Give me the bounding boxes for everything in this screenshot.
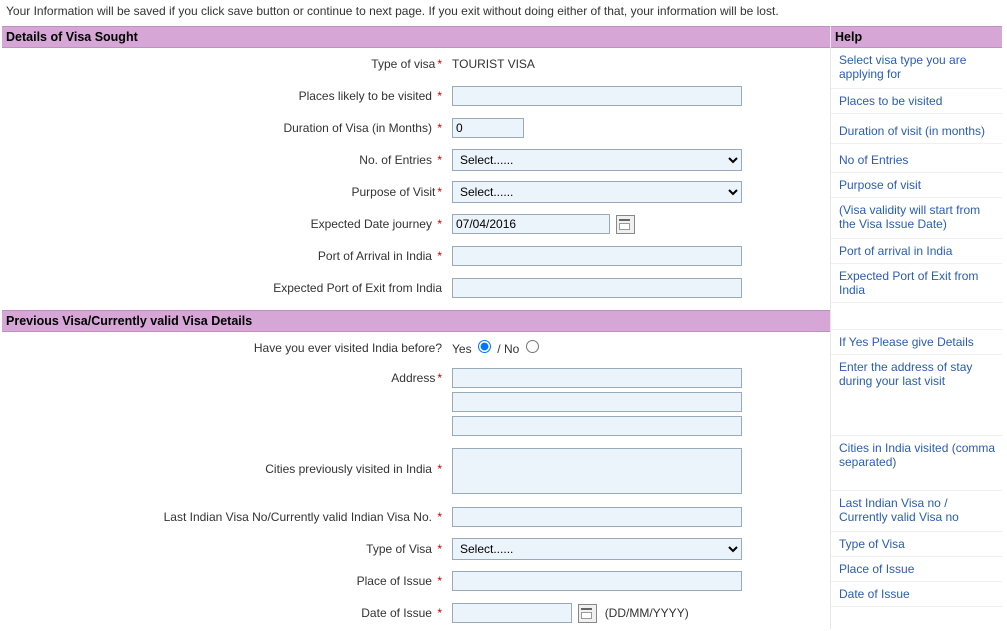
label-visited-before: Have you ever visited India before? xyxy=(254,341,442,355)
required-mark: * xyxy=(435,153,442,167)
label-entries: No. of Entries xyxy=(359,153,432,167)
help-duration: Duration of visit (in months) xyxy=(831,114,1002,144)
required-mark: * xyxy=(435,121,442,135)
section-header-prev-visa: Previous Visa/Currently valid Visa Detai… xyxy=(2,310,830,332)
input-address-2[interactable] xyxy=(452,392,742,412)
value-type-of-visa: TOURIST VISA xyxy=(452,57,535,71)
help-panel: Help Select visa type you are applying f… xyxy=(830,26,1002,629)
radio-visited-yes[interactable] xyxy=(478,340,491,353)
input-expected-date[interactable] xyxy=(452,214,610,234)
row-purpose: Purpose of Visit* Select...... xyxy=(2,176,830,208)
input-port-exit[interactable] xyxy=(452,278,742,298)
label-type-of-visa2: Type of Visa xyxy=(366,542,432,556)
row-port-exit: Expected Port of Exit from India xyxy=(2,272,830,304)
input-last-visa-no[interactable] xyxy=(452,507,742,527)
label-port-exit: Expected Port of Exit from India xyxy=(273,281,442,295)
row-last-visa-no: Last Indian Visa No/Currently valid Indi… xyxy=(2,501,830,533)
input-address-1[interactable] xyxy=(452,368,742,388)
select-entries[interactable]: Select...... xyxy=(452,149,742,171)
input-address-3[interactable] xyxy=(452,416,742,436)
label-port-arrival: Port of Arrival in India xyxy=(318,249,432,263)
label-slash: / xyxy=(497,342,504,356)
label-type-of-visa: Type of visa xyxy=(371,57,435,71)
row-date-issue: Date of Issue * (DD/MM/YYYY) xyxy=(2,597,830,629)
section-header-visa-sought: Details of Visa Sought xyxy=(2,26,830,48)
help-port-exit: Expected Port of Exit from India xyxy=(831,264,1002,303)
label-date-issue: Date of Issue xyxy=(361,606,432,620)
label-address: Address xyxy=(391,371,435,385)
label-yes: Yes xyxy=(452,342,472,356)
required-mark: * xyxy=(435,574,442,588)
textarea-cities-prev[interactable] xyxy=(452,448,742,494)
help-port-arrival: Port of arrival in India xyxy=(831,239,1002,264)
calendar-icon[interactable] xyxy=(616,215,635,234)
input-duration[interactable] xyxy=(452,118,524,138)
select-type-of-visa2[interactable]: Select...... xyxy=(452,538,742,560)
label-duration: Duration of Visa (in Months) xyxy=(283,121,432,135)
required-mark: * xyxy=(435,249,442,263)
input-port-arrival[interactable] xyxy=(452,246,742,266)
input-place-issue[interactable] xyxy=(452,571,742,591)
help-entries: No of Entries xyxy=(831,144,1002,173)
label-places-visited: Places likely to be visited xyxy=(299,89,432,103)
row-cities-prev: Cities previously visited in India * xyxy=(2,444,830,501)
label-place-issue: Place of Issue xyxy=(357,574,432,588)
radio-visited-no[interactable] xyxy=(526,340,539,353)
required-mark: * xyxy=(435,606,442,620)
save-notice: Your Information will be saved if you cl… xyxy=(2,2,1005,26)
label-purpose: Purpose of Visit xyxy=(352,185,436,199)
help-spacer xyxy=(831,303,1002,330)
label-expected-date: Expected Date journey xyxy=(311,217,432,231)
row-duration: Duration of Visa (in Months) * xyxy=(2,112,830,144)
help-place-issue: Place of Issue xyxy=(831,557,1002,582)
help-cities-prev: Cities in India visited (comma separated… xyxy=(831,436,1002,491)
help-type-of-visa: Select visa type you are applying for xyxy=(831,48,1002,89)
required-mark: * xyxy=(435,371,442,385)
row-entries: No. of Entries * Select...... xyxy=(2,144,830,176)
input-places-visited[interactable] xyxy=(452,86,742,106)
row-places-visited: Places likely to be visited * xyxy=(2,80,830,112)
date-format-hint: (DD/MM/YYYY) xyxy=(605,606,689,620)
required-mark: * xyxy=(435,217,442,231)
help-last-visa-no: Last Indian Visa no / Currently valid Vi… xyxy=(831,491,1002,532)
calendar-icon[interactable] xyxy=(578,604,597,623)
row-type-of-visa2: Type of Visa * Select...... xyxy=(2,533,830,565)
label-cities-prev: Cities previously visited in India xyxy=(265,462,432,476)
row-type-of-visa: Type of visa* TOURIST VISA xyxy=(2,48,830,80)
row-visited-before: Have you ever visited India before? Yes … xyxy=(2,332,830,364)
input-date-issue[interactable] xyxy=(452,603,572,623)
help-expected-date: (Visa validity will start from the Visa … xyxy=(831,198,1002,239)
help-visited-before: If Yes Please give Details xyxy=(831,330,1002,355)
required-mark: * xyxy=(435,89,442,103)
row-port-arrival: Port of Arrival in India * xyxy=(2,240,830,272)
label-no: No xyxy=(504,342,519,356)
select-purpose[interactable]: Select...... xyxy=(452,181,742,203)
row-place-issue: Place of Issue * xyxy=(2,565,830,597)
help-type-of-visa2: Type of Visa xyxy=(831,532,1002,557)
help-address: Enter the address of stay during your la… xyxy=(831,355,1002,436)
required-mark: * xyxy=(435,462,442,476)
help-date-issue: Date of Issue xyxy=(831,582,1002,607)
required-mark: * xyxy=(435,542,442,556)
required-mark: * xyxy=(435,57,442,71)
label-last-visa-no: Last Indian Visa No/Currently valid Indi… xyxy=(164,510,432,524)
row-address: Address* xyxy=(2,364,830,444)
required-mark: * xyxy=(435,185,442,199)
required-mark: * xyxy=(435,510,442,524)
help-places: Places to be visited xyxy=(831,89,1002,114)
row-expected-date: Expected Date journey * xyxy=(2,208,830,240)
main-form: Details of Visa Sought Type of visa* TOU… xyxy=(2,26,830,629)
help-header: Help xyxy=(831,26,1002,48)
help-purpose: Purpose of visit xyxy=(831,173,1002,198)
